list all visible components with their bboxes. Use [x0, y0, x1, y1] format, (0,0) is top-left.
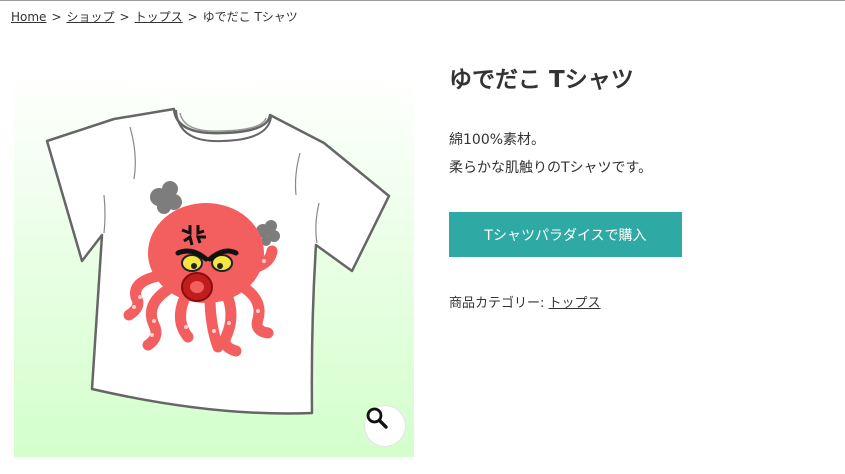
- product-image[interactable]: [14, 75, 414, 457]
- breadcrumb-separator: >: [187, 10, 198, 24]
- magnifier-icon: [366, 407, 388, 429]
- product-category: 商品カテゴリー: トップス: [449, 292, 601, 311]
- buy-button[interactable]: Tシャツパラダイスで購入: [449, 212, 682, 257]
- description-line: 柔らかな肌触りのTシャツです。: [449, 160, 653, 176]
- breadcrumb-shop-link[interactable]: ショップ: [67, 10, 115, 24]
- breadcrumb-tops-link[interactable]: トップス: [135, 10, 183, 24]
- breadcrumb-separator: >: [51, 10, 62, 24]
- breadcrumb-separator: >: [119, 10, 130, 24]
- zoom-button[interactable]: [365, 406, 405, 446]
- tshirt-illustration: [45, 107, 391, 415]
- category-link[interactable]: トップス: [549, 296, 601, 311]
- top-border: [0, 0, 845, 1]
- description-line: 綿100%素材。: [449, 132, 546, 148]
- product-description: 綿100%素材。 柔らかな肌触りのTシャツです。: [449, 126, 652, 182]
- product-title: ゆでだこ Tシャツ: [449, 67, 634, 93]
- breadcrumb: Home > ショップ > トップス > ゆでだこ Tシャツ: [11, 8, 298, 25]
- category-label: 商品カテゴリー:: [449, 296, 545, 311]
- breadcrumb-current: ゆでだこ Tシャツ: [202, 10, 298, 24]
- breadcrumb-home-link[interactable]: Home: [11, 10, 46, 24]
